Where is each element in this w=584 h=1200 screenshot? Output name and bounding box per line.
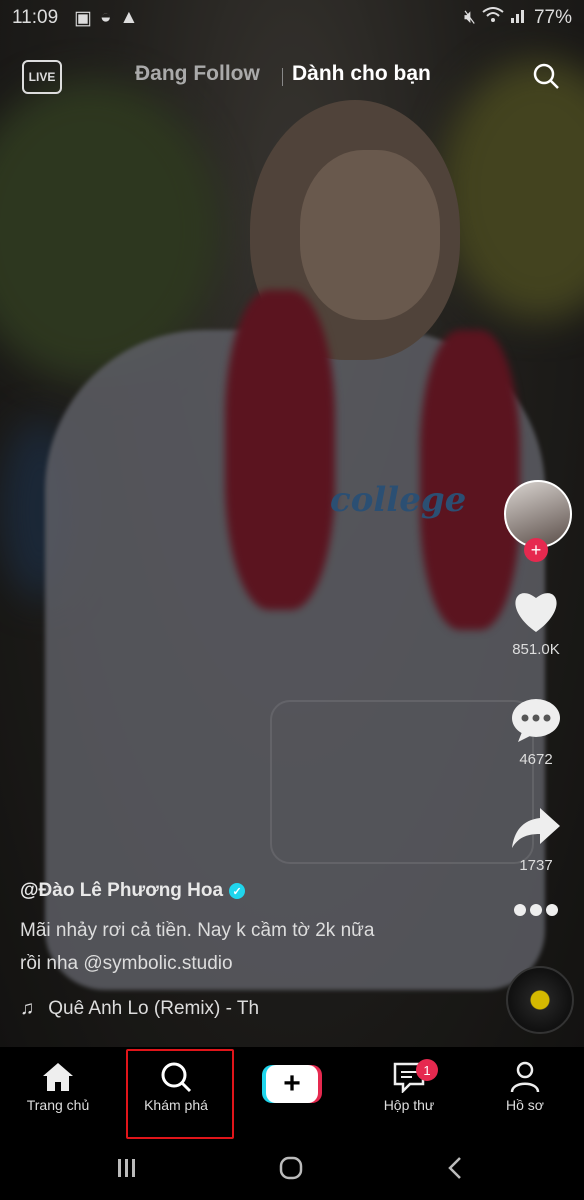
nav-discover-label: Khám phá [144,1097,208,1113]
share-button[interactable]: 1737 [504,806,568,874]
nav-discover[interactable]: Khám phá [126,1061,226,1113]
share-icon [512,808,560,848]
music-disc-icon[interactable] [506,966,574,1034]
profile-icon [510,1061,540,1093]
comment-icon [512,699,560,742]
recent-apps-icon[interactable] [116,1157,138,1179]
live-icon[interactable]: LIVE [22,60,62,94]
status-icons-left: ▣ ◒ ▲ [74,7,138,30]
battery-text: 77% [533,7,572,28]
music-note-icon: ♫ [20,998,35,1019]
author-name[interactable]: @Đào Lê Phương Hoa [20,880,223,902]
image-icon: ▣ [74,8,92,29]
music-title[interactable]: Quê Anh Lo (Remix) - Th [48,998,259,1020]
signal-icon [510,7,528,29]
music-row[interactable]: ♫ Quê Anh Lo (Remix) - Th [20,998,259,1020]
tab-following[interactable]: Đang Follow [135,62,260,86]
status-bar: 11:09 ▣ ◒ ▲ 🔇︎ 77% [0,0,584,36]
inbox-badge: 1 [416,1059,438,1081]
tab-divider [282,68,283,86]
nav-profile-label: Hồ sơ [506,1097,544,1113]
status-time: 11:09 [12,7,59,28]
description-line-2[interactable]: rồi nha @symbolic.studio [20,947,480,980]
bottom-navigation: Trang chủ Khám phá + Hộp thư 1 Hồ sơ [0,1047,584,1147]
tab-for-you[interactable]: Dành cho bạn [292,62,431,86]
home-icon [43,1063,73,1091]
warning-icon: ▲ [119,7,139,28]
discover-search-icon [161,1062,192,1093]
back-icon[interactable] [446,1155,464,1181]
nav-home-label: Trang chủ [26,1097,90,1113]
nav-inbox-label: Hộp thư [383,1097,435,1113]
nav-inbox[interactable]: Hộp thư [359,1061,459,1113]
more-options-button[interactable] [504,900,568,925]
home-circle-icon[interactable] [278,1155,304,1181]
like-button[interactable]: 851.0K [504,588,568,658]
create-button[interactable]: + [262,1065,322,1103]
nav-home[interactable]: Trang chủ [8,1061,108,1113]
plus-icon: + [266,1065,318,1103]
search-icon[interactable] [532,62,560,90]
description-line-1: Mãi nhảy rơi cả tiền. Nay k cầm tờ 2k nữ… [20,920,375,941]
follow-plus-icon[interactable]: + [524,538,548,562]
heart-icon [515,593,557,632]
share-count: 1737 [519,857,553,874]
comment-count: 4672 [519,751,553,768]
nav-profile[interactable]: Hồ sơ [475,1061,575,1113]
half-circle-icon: ◒ [99,7,112,28]
like-count: 851.0K [512,641,560,658]
wifi-icon [482,7,504,29]
video-caption: @Đào Lê Phương Hoa ✓ Mãi nhảy rơi cả tiề… [20,880,480,980]
more-dots-icon [514,904,558,916]
author-row[interactable]: @Đào Lê Phương Hoa ✓ [20,880,480,902]
mute-icon: 🔇︎ [463,7,476,28]
comment-button[interactable]: 4672 [504,698,568,768]
video-description: Mãi nhảy rơi cả tiền. Nay k cầm tờ 2k nữ… [20,914,480,980]
verified-icon: ✓ [229,883,246,899]
top-navigation: LIVE Đang Follow Dành cho bạn [0,56,584,96]
status-icons-right: 🔇︎ 77% [464,7,572,29]
system-navigation-bar [0,1147,584,1200]
